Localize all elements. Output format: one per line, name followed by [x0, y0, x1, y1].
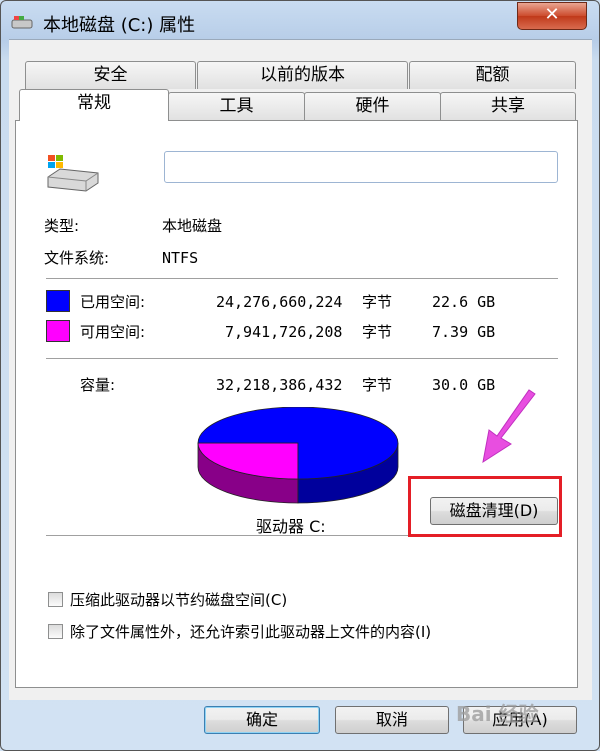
free-space-unit: 字节 [362, 323, 393, 341]
watermark: Bai 经验 [456, 702, 539, 726]
free-space-swatch [46, 320, 70, 342]
tab-sharing[interactable]: 共享 [440, 92, 576, 120]
tab-hardware[interactable]: 硬件 [304, 92, 441, 120]
close-button[interactable]: ✕ [517, 2, 587, 30]
pointer-arrow-icon [482, 389, 536, 464]
properties-window: 本地磁盘 (C:) 属性 ✕ 安全 以前的版本 配额 常规 工具 硬件 共享 类… [0, 0, 600, 751]
highlight-box [408, 476, 562, 537]
filesystem-label: 文件系统: [44, 249, 110, 267]
separator-top [46, 278, 558, 280]
capacity-label: 容量: [80, 376, 116, 394]
free-space-label: 可用空间: [80, 323, 146, 341]
tab-previous-versions[interactable]: 以前的版本 [197, 61, 408, 89]
used-space-unit: 字节 [362, 293, 393, 311]
separator-middle [46, 358, 558, 360]
compress-checkbox[interactable] [48, 592, 63, 607]
index-checkbox-label[interactable]: 除了文件属性外，还允许索引此驱动器上文件的内容(I) [70, 621, 431, 642]
tab-general[interactable]: 常规 [19, 89, 169, 121]
ok-button[interactable]: 确定 [204, 706, 320, 734]
cancel-button[interactable]: 取消 [335, 706, 449, 734]
drive-label: 驱动器 C: [256, 517, 326, 536]
used-space-label: 已用空间: [80, 293, 146, 311]
filesystem-value: NTFS [162, 249, 199, 267]
used-space-size: 22.6 GB [432, 293, 496, 311]
type-value: 本地磁盘 [162, 217, 223, 235]
drive-name-input[interactable] [164, 151, 558, 183]
type-label: 类型: [44, 217, 80, 235]
tab-quota[interactable]: 配额 [409, 61, 576, 89]
tab-security[interactable]: 安全 [25, 61, 196, 89]
free-space-bytes: 7,941,726,208 [225, 323, 343, 341]
used-space-swatch [46, 290, 70, 312]
disk-usage-pie-chart [197, 407, 399, 504]
capacity-bytes: 32,218,386,432 [216, 376, 343, 394]
free-space-size: 7.39 GB [432, 323, 496, 341]
window-title: 本地磁盘 (C:) 属性 [43, 15, 196, 36]
compress-checkbox-label[interactable]: 压缩此驱动器以节约磁盘空间(C) [70, 589, 287, 610]
index-checkbox[interactable] [48, 624, 63, 639]
hard-drive-icon [47, 155, 99, 192]
used-space-bytes: 24,276,660,224 [216, 293, 343, 311]
drive-title-icon [11, 16, 33, 29]
tab-tools[interactable]: 工具 [168, 92, 305, 120]
capacity-unit: 字节 [362, 376, 393, 394]
